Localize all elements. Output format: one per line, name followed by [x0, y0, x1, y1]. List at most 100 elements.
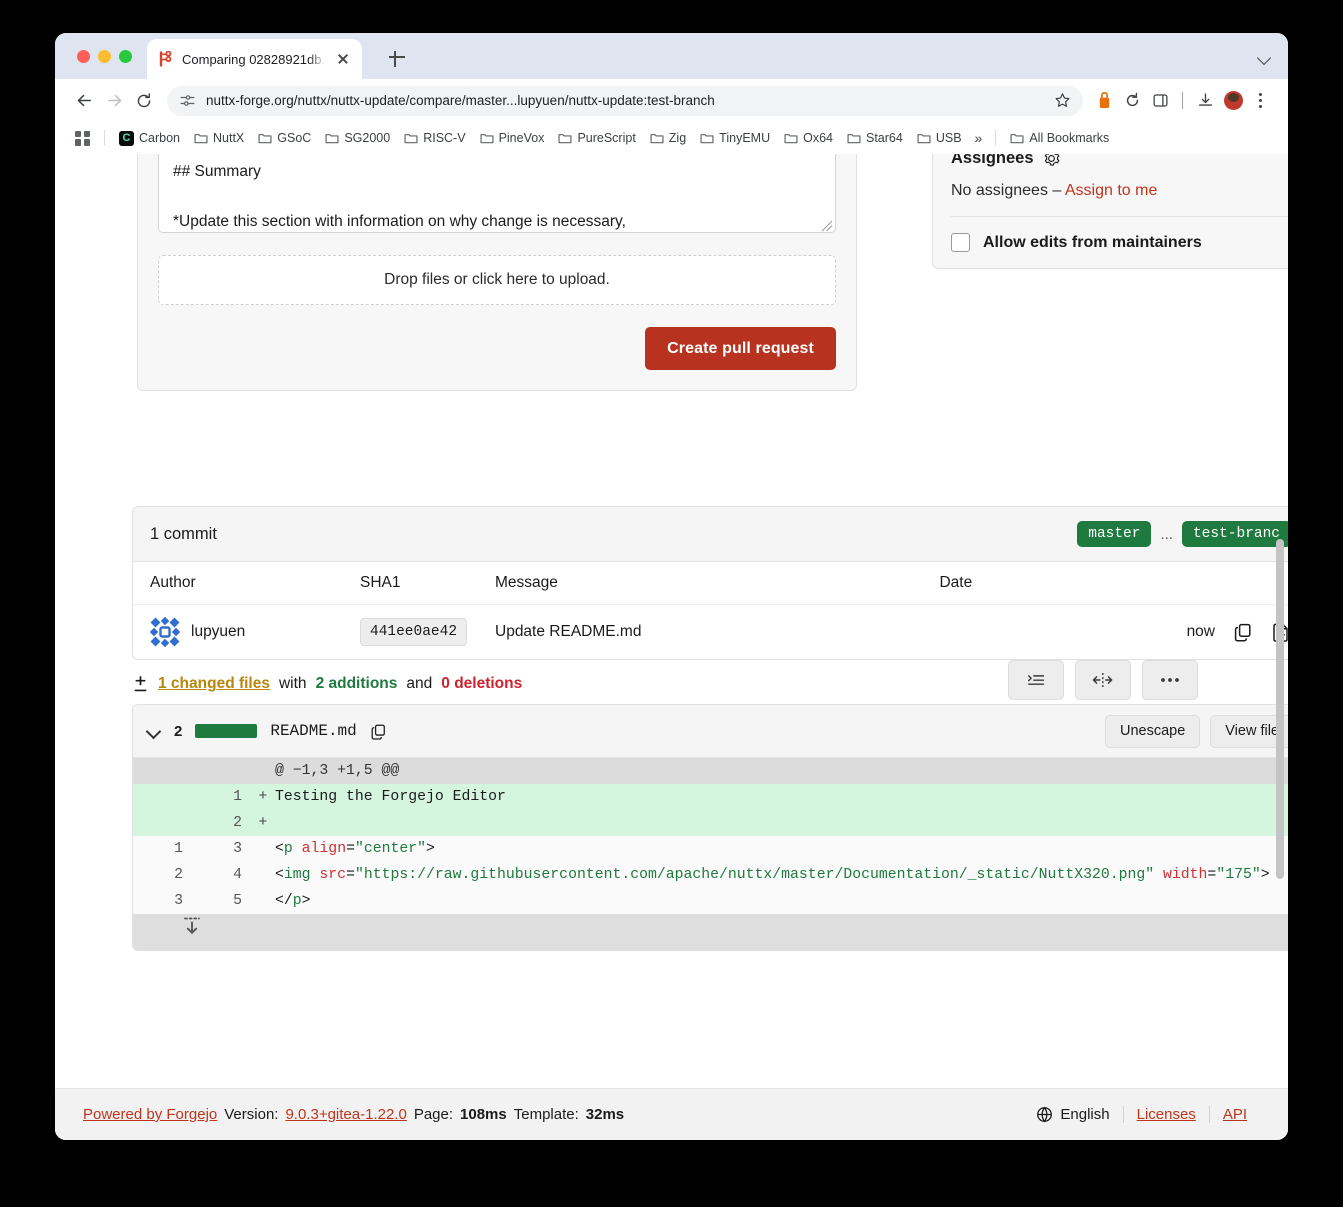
- bookmark-nuttx[interactable]: NuttX: [187, 128, 251, 148]
- all-bookmarks-label: All Bookmarks: [1029, 131, 1110, 145]
- licenses-link-wrap[interactable]: Licenses: [1124, 1106, 1209, 1123]
- unescape-button[interactable]: Unescape: [1104, 714, 1201, 748]
- bookmark-usb[interactable]: USB: [910, 128, 969, 148]
- old-line-number: 1: [133, 836, 192, 862]
- extension-alert-icon[interactable]: [1091, 88, 1117, 114]
- diff-expand-row[interactable]: [133, 914, 1288, 950]
- bookmarks-divider-2: [995, 130, 997, 146]
- bookmark-riscv[interactable]: RISC-V: [397, 128, 472, 148]
- side-panel-icon[interactable]: [1147, 88, 1173, 114]
- browser-window: Comparing 02828921db...441 nuttx-forge.o: [55, 33, 1288, 1140]
- bookmark-ox64[interactable]: Ox64: [777, 128, 840, 148]
- file-dropzone[interactable]: Drop files or click here to upload.: [158, 255, 836, 305]
- bookmark-carbon[interactable]: C Carbon: [112, 128, 187, 149]
- licenses-link[interactable]: Licenses: [1137, 1106, 1196, 1123]
- bookmarks-overflow-button[interactable]: »: [969, 130, 989, 146]
- column-author: Author: [133, 562, 360, 605]
- assign-to-me-link[interactable]: Assign to me: [1065, 182, 1157, 199]
- bookmark-label: PureScript: [577, 131, 636, 145]
- commit-message[interactable]: Update README.md: [495, 605, 939, 660]
- new-line-number: 3: [192, 836, 251, 862]
- close-icon[interactable]: [334, 50, 352, 68]
- diff-line-code[interactable]: [275, 810, 1288, 836]
- folder-icon: [917, 134, 931, 144]
- maximize-window-button[interactable]: [119, 50, 132, 63]
- folder-icon: [1010, 134, 1024, 144]
- bookmark-star64[interactable]: Star64: [840, 128, 910, 148]
- diff-line-code[interactable]: Testing the Forgejo Editor: [275, 784, 1288, 810]
- sync-icon[interactable]: [1119, 88, 1145, 114]
- expand-cell[interactable]: [133, 914, 1288, 950]
- folder-icon: [650, 134, 664, 144]
- address-bar[interactable]: nuttx-forge.org/nuttx/nuttx-update/compa…: [167, 85, 1083, 116]
- base-branch-pill[interactable]: master: [1077, 521, 1152, 547]
- changed-files-link[interactable]: 1 changed files: [158, 675, 270, 693]
- bookmark-gsoc[interactable]: GSoC: [251, 128, 318, 148]
- window-traffic-lights: [77, 50, 132, 63]
- more-options-icon[interactable]: [1142, 660, 1198, 700]
- kebab-menu-icon[interactable]: [1248, 88, 1274, 114]
- footer-right: English Licenses API: [1023, 1106, 1260, 1123]
- reload-icon[interactable]: [129, 86, 159, 116]
- split-view-icon[interactable]: [1075, 660, 1131, 700]
- close-window-button[interactable]: [77, 50, 90, 63]
- language-selector[interactable]: English: [1023, 1106, 1122, 1123]
- allow-edits-label: Allow edits from maintainers: [983, 233, 1202, 251]
- gear-icon[interactable]: [1043, 154, 1060, 167]
- forward-arrow-icon[interactable]: [99, 86, 129, 116]
- deletions-count: 0 deletions: [441, 675, 523, 692]
- pr-description-input[interactable]: [158, 154, 836, 233]
- powered-by-forgejo-link[interactable]: Powered by Forgejo: [83, 1106, 217, 1123]
- allow-edits-row[interactable]: Allow edits from maintainers: [951, 217, 1288, 252]
- bookmark-label: Carbon: [139, 131, 180, 145]
- head-branch-pill[interactable]: test-branc: [1181, 521, 1288, 547]
- whitespace-icon[interactable]: [1008, 660, 1064, 700]
- pull-request-form: Drop files or click here to upload. Crea…: [137, 154, 857, 391]
- version-link[interactable]: 9.0.3+gitea-1.22.0: [285, 1106, 406, 1123]
- star-icon[interactable]: [1054, 92, 1071, 109]
- chevron-down-icon[interactable]: [147, 724, 161, 738]
- new-tab-icon[interactable]: [387, 47, 407, 67]
- back-arrow-icon[interactable]: [69, 86, 99, 116]
- minimize-window-button[interactable]: [98, 50, 111, 63]
- chevron-down-icon[interactable]: [1258, 50, 1272, 64]
- diff-marker: +: [251, 784, 275, 810]
- diff-line-code[interactable]: </p>: [275, 888, 1288, 914]
- page-scrollbar[interactable]: [1276, 154, 1284, 1140]
- api-link[interactable]: API: [1223, 1106, 1247, 1123]
- toolbar-divider: [1182, 92, 1183, 109]
- diff-line-code[interactable]: <p align="center">: [275, 836, 1288, 862]
- diff-line-code[interactable]: <img src="https://raw.githubusercontent.…: [275, 862, 1288, 888]
- api-link-wrap[interactable]: API: [1210, 1106, 1260, 1123]
- commit-sha[interactable]: 441ee0ae42: [360, 618, 468, 646]
- bookmark-label: GSoC: [277, 131, 312, 145]
- profile-avatar[interactable]: [1220, 88, 1246, 114]
- create-pull-request-button[interactable]: Create pull request: [645, 327, 836, 370]
- expand-down-icon[interactable]: [181, 914, 203, 938]
- allow-edits-checkbox[interactable]: [951, 233, 970, 252]
- commit-author-name[interactable]: lupyuen: [191, 623, 245, 641]
- user-avatar[interactable]: [150, 617, 180, 647]
- copy-icon[interactable]: [370, 723, 387, 740]
- bookmark-pinevox[interactable]: PineVox: [473, 128, 552, 148]
- footer-left: Powered by Forgejo Version: 9.0.3+gitea-…: [83, 1106, 624, 1123]
- download-icon[interactable]: [1192, 88, 1218, 114]
- old-line-number: 2: [133, 862, 192, 888]
- copy-icon[interactable]: [1233, 622, 1253, 642]
- tune-icon[interactable]: [179, 92, 196, 109]
- bookmark-tinyemu[interactable]: TinyEMU: [693, 128, 777, 148]
- file-name[interactable]: README.md: [270, 722, 356, 740]
- scrollbar-thumb[interactable]: [1276, 539, 1284, 879]
- bookmark-purescript[interactable]: PureScript: [551, 128, 642, 148]
- new-line-number: 5: [192, 888, 251, 914]
- diff-marker: +: [251, 810, 275, 836]
- apps-grid-icon[interactable]: [68, 128, 97, 149]
- browser-tab[interactable]: Comparing 02828921db...441: [147, 39, 362, 79]
- diff-summary: 1 changed files with 2 additions and 0 d…: [132, 674, 522, 694]
- folder-icon: [558, 134, 572, 144]
- bookmark-zig[interactable]: Zig: [643, 128, 693, 148]
- bookmark-sg2000[interactable]: SG2000: [318, 128, 397, 148]
- forgejo-icon: [157, 51, 174, 68]
- all-bookmarks-button[interactable]: All Bookmarks: [1003, 128, 1116, 148]
- diff-line-row: 3 5 </p>: [133, 888, 1288, 914]
